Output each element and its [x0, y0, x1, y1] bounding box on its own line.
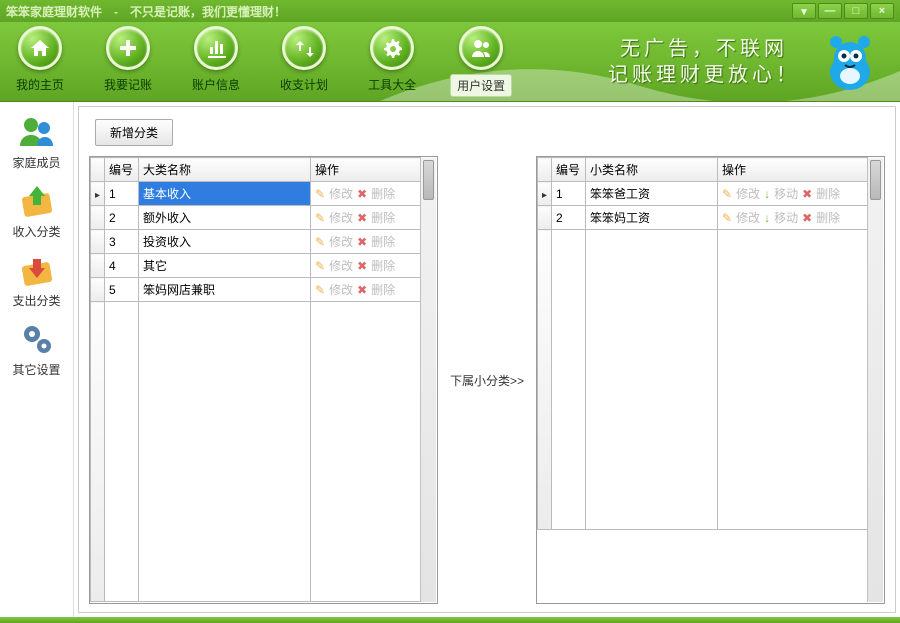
close-button[interactable]: × [870, 3, 894, 19]
toolbar-home[interactable]: 我的主页 [10, 26, 70, 97]
big-category-table[interactable]: 编号大类名称操作▸1基本收入✎修改✖删除2额外收入✎修改✖删除3投资收入✎修改✖… [89, 156, 438, 604]
minimize-button[interactable]: — [818, 3, 842, 19]
row-ops[interactable]: ✎修改✖删除 [315, 281, 416, 298]
settings-sidebar: 家庭成员收入分类支出分类其它设置 [0, 102, 74, 617]
sidebar-item-expense[interactable]: 支出分类 [4, 246, 69, 315]
dropdown-button[interactable]: ▾ [792, 3, 816, 19]
table-row[interactable]: ▸1基本收入✎修改✖删除 [91, 182, 421, 206]
row-ops[interactable]: ✎修改✖删除 [315, 233, 416, 250]
toolbar-label: 工具大全 [362, 74, 422, 95]
scrollbar[interactable] [420, 158, 436, 602]
mascot-icon [818, 32, 882, 96]
sidebar-label: 家庭成员 [12, 154, 60, 171]
gears-icon [370, 26, 414, 70]
status-strip [0, 617, 900, 623]
sub-category-label: 下属小分类>> [444, 156, 530, 604]
table-row[interactable]: 3投资收入✎修改✖删除 [91, 230, 421, 254]
toolbar-tools[interactable]: 工具大全 [362, 26, 422, 97]
toolbar-accounts[interactable]: 账户信息 [186, 26, 246, 97]
sidebar-item-family[interactable]: 家庭成员 [4, 108, 69, 177]
sidebar-item-other[interactable]: 其它设置 [4, 315, 69, 384]
scrollbar[interactable] [867, 158, 883, 602]
income-icon [17, 181, 57, 221]
toolbar-label: 收支计划 [274, 74, 334, 95]
main-toolbar: 我的主页 我要记账 账户信息 收支计划 工具大全 用户设置 无广告，不联网 记账理财更放心… [0, 22, 900, 102]
row-ops[interactable]: ✎修改✖删除 [315, 209, 416, 226]
table-row[interactable]: ▸1笨笨爸工资✎修改↓移动✖删除 [538, 182, 868, 206]
cogs-icon [17, 319, 57, 359]
home-icon [18, 26, 62, 70]
sidebar-label: 收入分类 [12, 223, 60, 240]
swap-icon [282, 26, 326, 70]
people-icon [17, 112, 57, 152]
sidebar-label: 支出分类 [12, 292, 60, 309]
toolbar-label: 用户设置 [450, 74, 512, 97]
add-category-button[interactable]: 新增分类 [95, 119, 173, 146]
slogan-line1: 无广告，不联网 [608, 36, 800, 62]
sidebar-item-income[interactable]: 收入分类 [4, 177, 69, 246]
table-row[interactable]: 5笨妈网店兼职✎修改✖删除 [91, 278, 421, 302]
toolbar-label: 我要记账 [98, 74, 158, 95]
app-title: 笨笨家庭理财软件 - 不只是记账，我们更懂理财！ [6, 3, 286, 20]
plus-icon [106, 26, 150, 70]
main-panel: 新增分类 编号大类名称操作▸1基本收入✎修改✖删除2额外收入✎修改✖删除3投资收… [78, 106, 896, 613]
toolbar-label: 账户信息 [186, 74, 246, 95]
row-ops[interactable]: ✎修改✖删除 [315, 185, 416, 202]
small-category-table[interactable]: 编号小类名称操作▸1笨笨爸工资✎修改↓移动✖删除2笨笨妈工资✎修改↓移动✖删除 [536, 156, 885, 604]
slogan-line2: 记账理财更放心！ [608, 62, 800, 88]
row-ops[interactable]: ✎修改↓移动✖删除 [722, 185, 863, 202]
table-row[interactable]: 2笨笨妈工资✎修改↓移动✖删除 [538, 206, 868, 230]
sidebar-label: 其它设置 [12, 361, 60, 378]
titlebar: 笨笨家庭理财软件 - 不只是记账，我们更懂理财！ ▾ — □ × [0, 0, 900, 22]
chart-icon [194, 26, 238, 70]
users-icon [459, 26, 503, 70]
toolbar-settings[interactable]: 用户设置 [450, 26, 512, 97]
slogan: 无广告，不联网 记账理财更放心！ [608, 36, 800, 88]
toolbar-label: 我的主页 [10, 74, 70, 95]
expense-icon [17, 250, 57, 290]
toolbar-plan[interactable]: 收支计划 [274, 26, 334, 97]
row-ops[interactable]: ✎修改✖删除 [315, 257, 416, 274]
toolbar-add[interactable]: 我要记账 [98, 26, 158, 97]
row-ops[interactable]: ✎修改↓移动✖删除 [722, 209, 863, 226]
maximize-button[interactable]: □ [844, 3, 868, 19]
window-buttons: ▾ — □ × [792, 3, 894, 19]
table-row[interactable]: 4其它✎修改✖删除 [91, 254, 421, 278]
table-row[interactable]: 2额外收入✎修改✖删除 [91, 206, 421, 230]
